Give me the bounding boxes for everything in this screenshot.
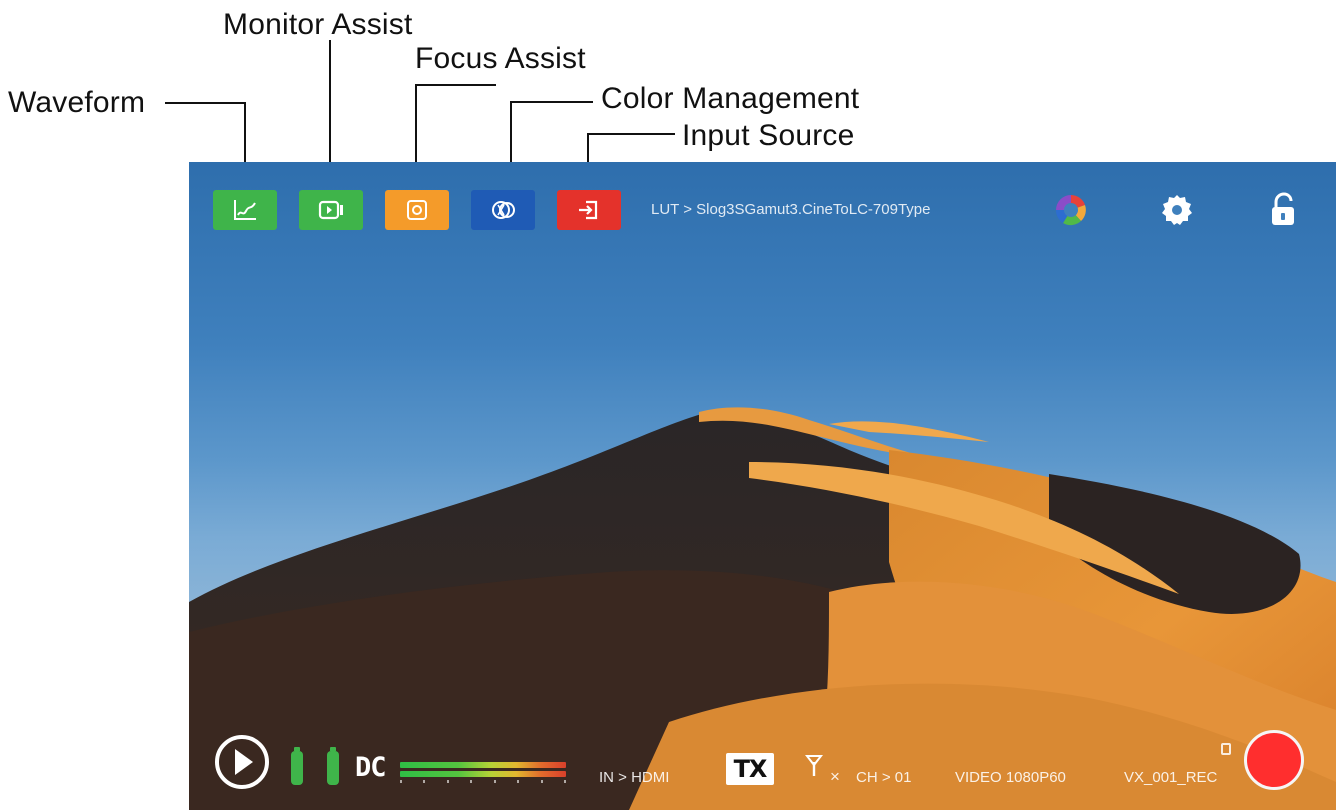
monitor-assist-button[interactable] xyxy=(299,190,363,230)
unlock-icon xyxy=(1272,192,1294,225)
callout-waveform: Waveform xyxy=(8,86,146,119)
input-source-label[interactable]: IN > HDMI xyxy=(599,769,669,786)
battery-icon-1 xyxy=(291,747,303,785)
callout-monitor-assist: Monitor Assist xyxy=(223,8,413,41)
leader-line-monitor-assist xyxy=(329,40,331,162)
annotated-monitor-figure: Monitor Assist Focus Assist Waveform Col… xyxy=(0,0,1336,810)
battery-icon-2 xyxy=(327,747,339,785)
leader-line-focus-assist xyxy=(416,84,496,86)
leader-line-focus-assist-vertical xyxy=(415,84,417,162)
leader-line-color-management xyxy=(511,101,593,103)
channel-label[interactable]: CH > 01 xyxy=(856,769,911,786)
lock-button[interactable] xyxy=(1263,190,1303,230)
input-source-icon xyxy=(579,200,598,220)
leader-line-waveform-vertical xyxy=(244,102,246,162)
leader-line-input-source xyxy=(588,133,675,135)
play-button[interactable] xyxy=(214,734,270,790)
settings-button[interactable] xyxy=(1157,190,1197,230)
waveform-graph-icon xyxy=(234,200,256,220)
play-icon xyxy=(215,735,269,789)
record-button[interactable] xyxy=(1244,730,1304,790)
waveform-button[interactable] xyxy=(213,190,277,230)
sd-card-icon xyxy=(1221,743,1231,755)
audio-level-ticks xyxy=(400,780,566,783)
leader-line-waveform xyxy=(165,102,245,104)
callout-input-source: Input Source xyxy=(682,119,855,152)
color-management-button[interactable] xyxy=(471,190,535,230)
callout-color-management: Color Management xyxy=(601,82,860,115)
monitor-screen: LUT > Slog3SGamut3.CineToLC-709Type DC I… xyxy=(189,162,1336,810)
antenna-icon xyxy=(804,754,824,778)
color-management-icon xyxy=(492,201,515,219)
leader-line-input-source-vertical xyxy=(587,133,589,162)
audio-level-meter[interactable] xyxy=(400,762,566,784)
focus-assist-icon xyxy=(407,200,427,220)
power-source-label: DC xyxy=(355,752,387,783)
desert-dunes-image xyxy=(189,407,1336,810)
audio-level-bar-ch2 xyxy=(400,771,566,777)
video-format-label: VIDEO 1080P60 xyxy=(955,769,1066,786)
leader-line-color-management-vertical xyxy=(510,101,512,162)
tx-badge[interactable]: TX xyxy=(726,753,774,785)
lut-label[interactable]: LUT > Slog3SGamut3.CineToLC-709Type xyxy=(651,201,930,218)
focus-assist-button[interactable] xyxy=(385,190,449,230)
monitor-assist-icon xyxy=(318,200,343,220)
input-source-button[interactable] xyxy=(557,190,621,230)
color-wheel-button[interactable] xyxy=(1051,190,1091,230)
filename-label: VX_001_REC xyxy=(1124,769,1218,786)
color-wheel-icon xyxy=(1055,195,1086,226)
audio-level-bar-ch1 xyxy=(400,762,566,768)
gear-icon xyxy=(1162,195,1192,225)
callout-focus-assist: Focus Assist xyxy=(415,42,586,75)
no-signal-glyph: × xyxy=(830,767,840,786)
